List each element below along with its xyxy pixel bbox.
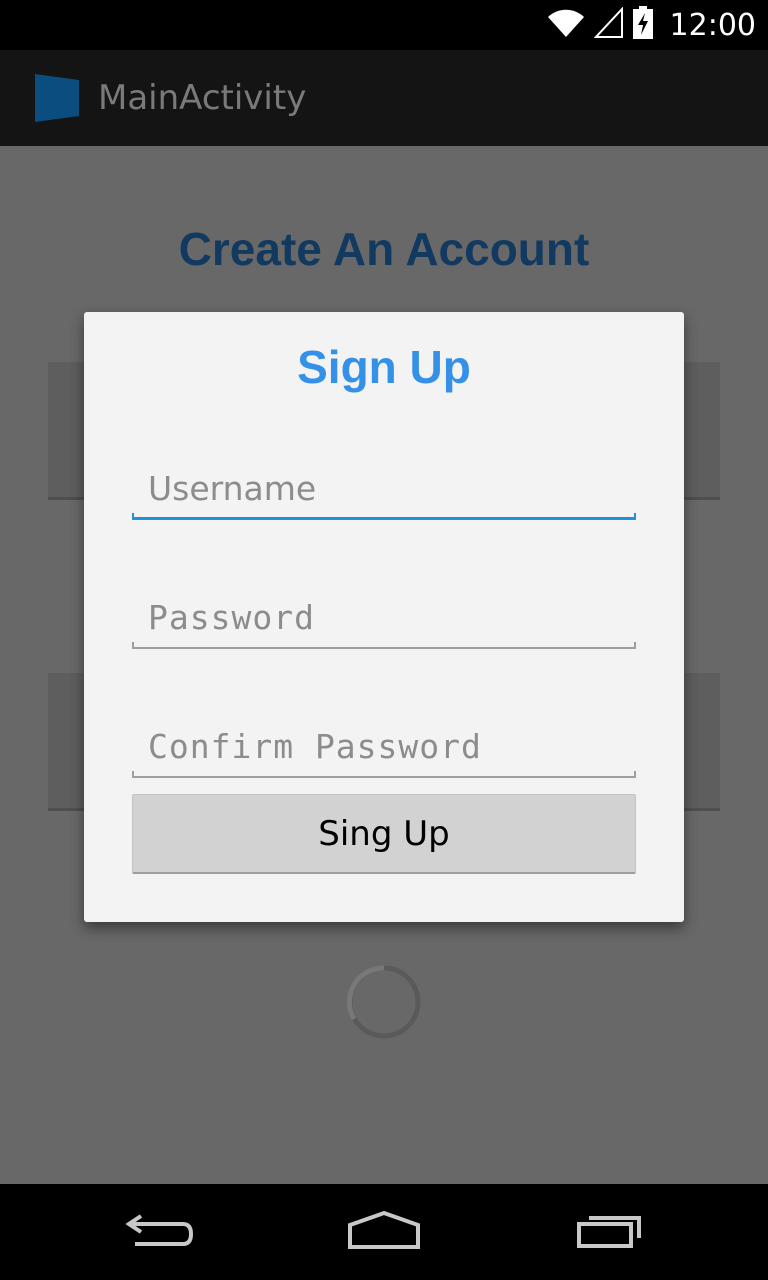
password-placeholder: Password [148, 598, 315, 637]
signup-dialog: Sign Up Username Password Confirm Passwo… [84, 312, 684, 922]
status-bar: 12:00 [0, 0, 768, 50]
confirm-password-underline [132, 771, 636, 778]
signup-button[interactable]: Sing Up [132, 794, 636, 874]
navigation-bar [0, 1184, 768, 1280]
home-icon [346, 1209, 422, 1256]
username-placeholder: Username [148, 469, 317, 508]
password-underline [132, 642, 636, 649]
status-icons: 12:00 [546, 0, 756, 50]
cell-signal-icon [593, 5, 624, 44]
back-button[interactable] [115, 1204, 205, 1260]
app-logo-icon [33, 74, 81, 122]
confirm-password-placeholder: Confirm Password [148, 727, 482, 766]
loading-spinner [346, 964, 422, 1040]
password-field[interactable]: Password [132, 589, 636, 649]
action-bar: MainActivity [0, 50, 768, 146]
confirm-password-field[interactable]: Confirm Password [132, 718, 636, 778]
username-field[interactable]: Username [132, 460, 636, 520]
wifi-icon [546, 7, 586, 44]
recents-icon [575, 1210, 645, 1255]
battery-charging-icon [632, 5, 654, 45]
app-title: MainActivity [98, 78, 307, 118]
dialog-title: Sign Up [297, 341, 471, 393]
recents-button[interactable] [565, 1204, 655, 1260]
status-time: 12:00 [669, 7, 756, 43]
page-heading: Create An Account [178, 223, 590, 275]
username-underline [132, 513, 636, 520]
home-button[interactable] [339, 1204, 429, 1260]
back-icon [125, 1210, 195, 1255]
